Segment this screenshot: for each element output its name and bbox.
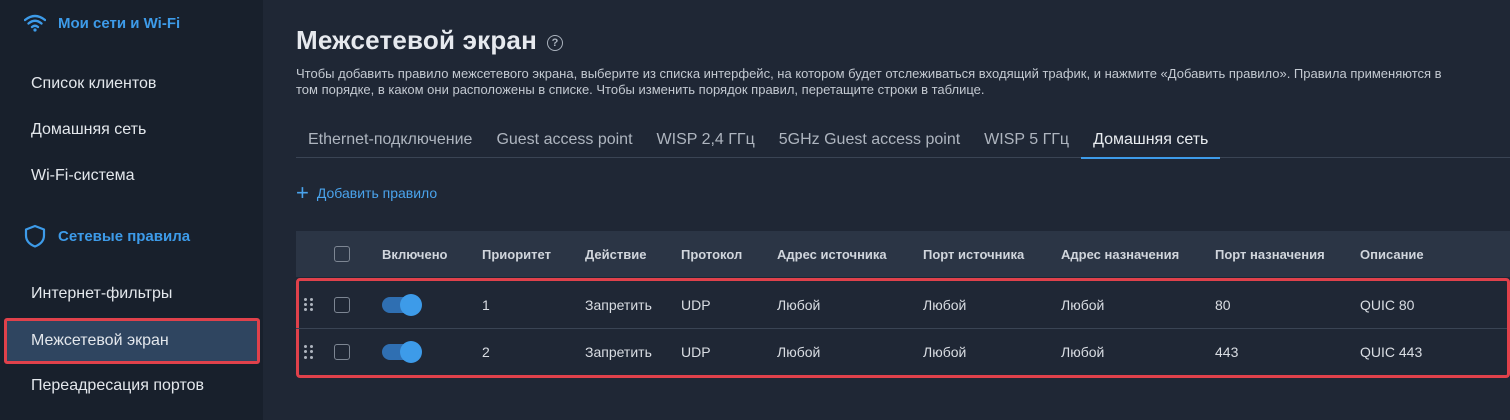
add-rule-label: Добавить правило — [316, 185, 438, 201]
sidebar-item-port-forwarding[interactable]: Переадресация портов — [4, 366, 260, 406]
page-title: Межсетевой экран — [296, 25, 537, 55]
tab-guest-access-point[interactable]: Guest access point — [484, 122, 644, 158]
interface-tabs: Ethernet-подключение Guest access point … — [296, 122, 1510, 159]
column-header-priority: Приоритет — [482, 246, 551, 262]
cell-priority: 1 — [482, 296, 490, 313]
sidebar-item-clients[interactable]: Список клиентов — [4, 64, 260, 104]
column-header-action: Действие — [585, 246, 647, 262]
table-header: Включено Приоритет Действие Протокол Адр… — [296, 231, 1510, 277]
tab-wisp-5[interactable]: WISP 5 ГГц — [972, 122, 1081, 158]
sidebar-item-internet-filters[interactable]: Интернет-фильтры — [4, 274, 260, 314]
cell-source-address: Любой — [777, 344, 821, 360]
tab-wisp-24[interactable]: WISP 2,4 ГГц — [645, 122, 767, 158]
cell-source-address: Любой — [777, 296, 821, 313]
sidebar-item-firewall[interactable]: Межсетевой экран — [4, 318, 260, 364]
cell-source-port: Любой — [923, 296, 967, 313]
cell-protocol: UDP — [681, 296, 711, 313]
column-header-source-port: Порт источника — [923, 246, 1025, 262]
cell-action: Запретить — [585, 344, 652, 360]
main-content: Межсетевой экран ? Чтобы добавить правил… — [263, 0, 1510, 420]
column-header-source-address: Адрес источника — [777, 246, 887, 262]
enabled-toggle[interactable] — [382, 341, 422, 363]
enabled-toggle[interactable] — [382, 293, 422, 316]
cell-priority: 2 — [482, 344, 490, 360]
column-header-protocol: Протокол — [681, 246, 743, 262]
sidebar-section-wifi[interactable]: Мои сети и Wi-Fi — [24, 14, 180, 32]
cell-description: QUIC 443 — [1360, 344, 1423, 360]
table-row[interactable]: 1 Запретить UDP Любой Любой Любой 80 QUI… — [296, 281, 1507, 328]
sidebar: Мои сети и Wi-Fi Список клиентов Домашня… — [0, 0, 263, 420]
wifi-icon — [24, 14, 46, 32]
sidebar-item-wifi-system[interactable]: Wi-Fi-система — [4, 156, 260, 196]
tab-5ghz-guest-access-point[interactable]: 5GHz Guest access point — [767, 122, 972, 158]
sidebar-section-wifi-label: Мои сети и Wi-Fi — [58, 14, 181, 32]
sidebar-section-network-rules-label: Сетевые правила — [58, 227, 191, 245]
help-icon[interactable]: ? — [546, 34, 563, 51]
cell-action: Запретить — [585, 296, 652, 313]
cell-destination-port: 80 — [1215, 296, 1231, 313]
rules-highlight-box: 1 Запретить UDP Любой Любой Любой 80 QUI… — [296, 278, 1510, 378]
table-row[interactable]: 2 Запретить UDP Любой Любой Любой 443 QU… — [296, 328, 1507, 375]
page-description: Чтобы добавить правило межсетевого экран… — [296, 66, 1442, 97]
plus-icon: + — [296, 180, 309, 205]
column-header-destination-port: Порт назначения — [1215, 246, 1325, 262]
drag-handle-icon[interactable] — [304, 345, 314, 359]
firewall-rules-table: Включено Приоритет Действие Протокол Адр… — [296, 231, 1510, 378]
tab-home-network[interactable]: Домашняя сеть — [1081, 122, 1221, 159]
cell-destination-address: Любой — [1061, 296, 1105, 313]
column-header-description: Описание — [1360, 246, 1424, 262]
shield-icon — [24, 224, 46, 248]
tab-ethernet[interactable]: Ethernet-подключение — [296, 122, 484, 158]
drag-handle-icon[interactable] — [304, 297, 314, 312]
cell-source-port: Любой — [923, 344, 967, 360]
add-rule-button[interactable]: + Добавить правило — [296, 180, 438, 205]
cell-protocol: UDP — [681, 344, 711, 360]
row-checkbox[interactable] — [334, 296, 350, 313]
sidebar-section-network-rules[interactable]: Сетевые правила — [24, 224, 190, 248]
column-header-enabled: Включено — [382, 246, 448, 262]
cell-destination-port: 443 — [1215, 344, 1239, 360]
column-header-destination-address: Адрес назначения — [1061, 246, 1180, 262]
title-row: Межсетевой экран ? — [296, 25, 563, 56]
cell-description: QUIC 80 — [1360, 296, 1415, 313]
select-all-checkbox[interactable] — [334, 246, 350, 262]
row-checkbox[interactable] — [334, 344, 350, 360]
cell-destination-address: Любой — [1061, 344, 1105, 360]
sidebar-item-home-network[interactable]: Домашняя сеть — [4, 110, 260, 150]
